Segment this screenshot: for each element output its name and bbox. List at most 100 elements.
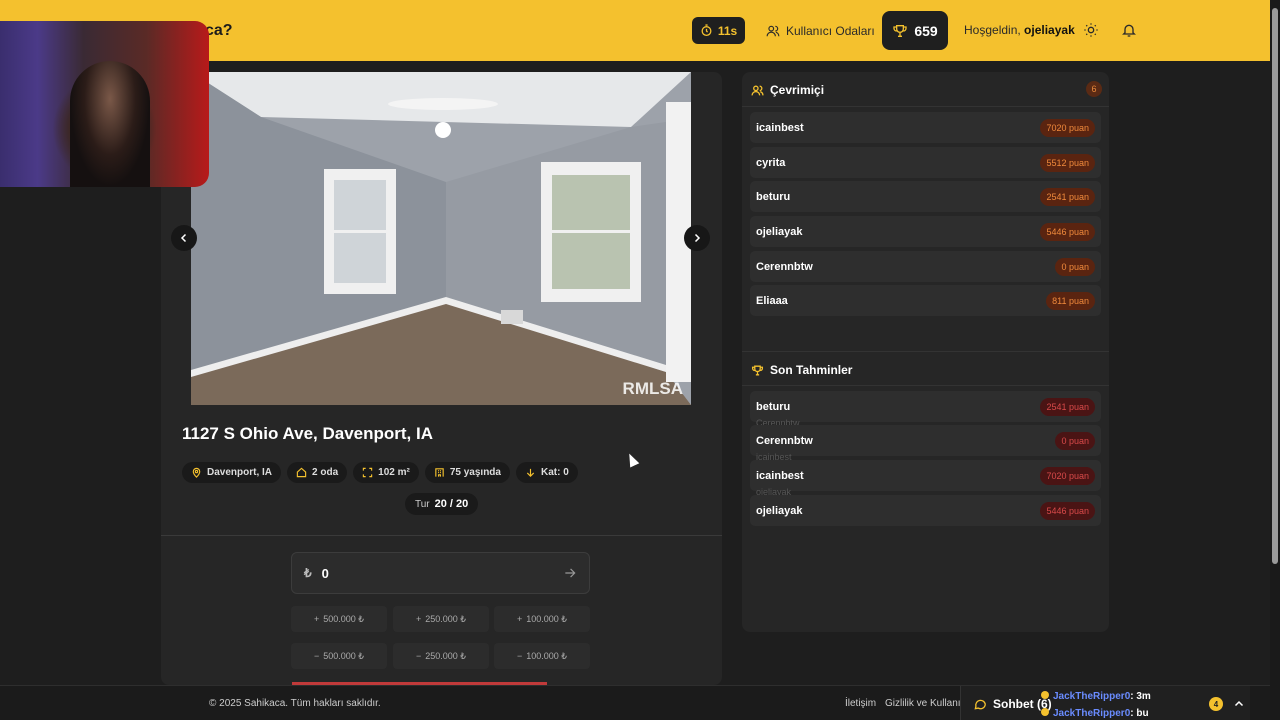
stopwatch-icon <box>701 24 712 37</box>
arrow-down-icon <box>526 468 535 477</box>
user-name: icainbest <box>756 121 804 134</box>
submit-arrow-icon[interactable] <box>563 566 577 580</box>
listing-chips: Davenport, IA 2 oda 102 m² 75 yaşında Ka… <box>182 462 578 483</box>
decrement-500k-button[interactable]: −500.000 ₺ <box>291 643 387 669</box>
chat-ticker-line: JackTheRipper0: 3m <box>1041 691 1151 702</box>
expand-icon <box>362 467 373 478</box>
contact-link[interactable]: İletişim <box>845 698 876 709</box>
online-title: Çevrimiçi <box>770 83 825 97</box>
user-points: 5446 puan <box>1040 501 1095 520</box>
next-photo-button[interactable] <box>684 225 710 251</box>
increment-250k-button[interactable]: +250.000 ₺ <box>393 606 489 632</box>
chat-label: Sohbet (6) <box>973 697 1052 711</box>
online-user-row[interactable]: icainbest 7020 puan <box>750 112 1101 143</box>
username: ojeliayak <box>1024 23 1075 37</box>
user-points: 5446 puan <box>1040 222 1095 241</box>
prev-photo-button[interactable] <box>171 225 197 251</box>
online-user-row[interactable]: cyrita 5512 puan <box>750 147 1101 178</box>
plus-icon: + <box>415 614 422 624</box>
round-indicator: Tur 20 / 20 <box>405 493 479 515</box>
chip-age: 75 yaşında <box>424 462 510 483</box>
score-button[interactable]: 659 <box>882 11 948 50</box>
round-prefix: Tur <box>415 498 430 510</box>
decrement-100k-button[interactable]: −100.000 ₺ <box>494 643 590 669</box>
guess-value[interactable]: 0 <box>322 566 553 581</box>
decrement-500k-label: 500.000 ₺ <box>323 650 365 661</box>
building-icon <box>435 468 444 477</box>
user-rooms-label: Kullanıcı Odaları <box>786 23 875 38</box>
user-points: 7020 puan <box>1040 118 1095 137</box>
privacy-link[interactable]: Gizlilik ve Kullanım <box>885 698 969 709</box>
divider <box>742 385 1109 386</box>
decrement-250k-label: 250.000 ₺ <box>425 650 467 661</box>
round-timer: 11s <box>692 17 745 44</box>
user-points: 0 puan <box>1055 257 1095 276</box>
round-value: 20 / 20 <box>434 498 469 510</box>
users-icon <box>766 25 780 36</box>
sun-icon[interactable] <box>1083 22 1099 38</box>
recent-guess-row: ojeliayak 5446 puan <box>750 495 1101 526</box>
recent-guesses-title: Son Tahminler <box>770 363 853 377</box>
user-points: 811 puan <box>1046 291 1095 310</box>
user-name: beturu <box>756 190 791 203</box>
decrement-100k-label: 100.000 ₺ <box>526 650 568 661</box>
greeting-prefix: Hoşgeldin, <box>964 23 1021 37</box>
room-photo <box>191 72 691 405</box>
scrollbar-thumb[interactable] <box>1272 8 1278 564</box>
footer: © 2025 Sahikaca. Tüm hakları saklıdır. İ… <box>0 685 1280 720</box>
chat-toggle[interactable]: Sohbet (6) JackTheRipper0: 3m JackTheRip… <box>960 686 1250 720</box>
chip-area: 102 m² <box>353 462 419 483</box>
online-header: Çevrimiçi <box>751 83 824 97</box>
online-user-row[interactable]: beturu 2541 puan <box>750 181 1101 212</box>
online-user-row[interactable]: Cerennbtw 0 puan <box>750 251 1101 282</box>
minus-icon: − <box>313 651 320 661</box>
chip-age-label: 75 yaşında <box>449 467 501 478</box>
increment-100k-button[interactable]: +100.000 ₺ <box>494 606 590 632</box>
divider <box>742 351 1109 352</box>
recent-guesses-header: Son Tahminler <box>751 363 852 377</box>
increment-500k-button[interactable]: +500.000 ₺ <box>291 606 387 632</box>
ticker-msg: : 3m <box>1130 691 1151 702</box>
chip-location: Davenport, IA <box>182 462 282 483</box>
chip-floor: Kat: 0 <box>515 462 578 483</box>
increment-250k-label: 250.000 ₺ <box>425 613 467 624</box>
user-points: 2541 puan <box>1040 397 1095 416</box>
user-points: 0 puan <box>1055 431 1095 450</box>
status-dot <box>1041 708 1049 716</box>
greeting[interactable]: Hoşgeldin, ojeliayak <box>964 23 1075 37</box>
user-name: icainbest <box>756 469 804 482</box>
score-value: 659 <box>914 22 938 39</box>
user-name: ojeliayak <box>756 504 803 517</box>
increment-100k-label: 100.000 ₺ <box>526 613 568 624</box>
chevron-up-icon[interactable] <box>1233 698 1245 710</box>
bell-icon[interactable] <box>1121 22 1137 38</box>
chip-rooms-label: 2 oda <box>312 467 339 478</box>
online-user-row[interactable]: ojeliayak 5446 puan <box>750 216 1101 247</box>
chip-floor-label: Kat: 0 <box>540 467 569 478</box>
photo-watermark: RMLSA <box>622 379 683 398</box>
minus-icon: − <box>516 651 523 661</box>
online-user-row[interactable]: Eliaaa 811 puan <box>750 285 1101 316</box>
chip-location-label: Davenport, IA <box>207 467 273 478</box>
user-points: 7020 puan <box>1040 466 1095 485</box>
online-count-badge: 6 <box>1086 81 1102 97</box>
currency-symbol: ₺ <box>304 566 312 580</box>
price-guess-input[interactable]: ₺ 0 <box>291 552 590 594</box>
user-name: beturu <box>756 400 791 413</box>
increment-500k-label: 500.000 ₺ <box>323 613 365 624</box>
plus-icon: + <box>516 614 523 624</box>
user-rooms-link[interactable]: Kullanıcı Odaları <box>766 17 875 44</box>
chevron-right-icon <box>694 233 701 243</box>
user-name: Cerennbtw <box>756 434 813 447</box>
site-brand[interactable]: ca? <box>205 22 233 40</box>
recent-guess-row: icainbest 7020 puan <box>750 460 1101 491</box>
house-icon <box>296 467 307 478</box>
ticker-user: JackTheRipper0 <box>1053 691 1131 702</box>
user-name: ojeliayak <box>756 225 803 238</box>
chat-ticker-line: JackTheRipper0: bu <box>1041 708 1149 719</box>
user-points: 5512 puan <box>1040 153 1095 172</box>
user-name: Cerennbtw <box>756 260 813 273</box>
trophy-icon <box>893 24 907 37</box>
decrement-250k-button[interactable]: −250.000 ₺ <box>393 643 489 669</box>
location-pin-icon <box>192 467 201 478</box>
